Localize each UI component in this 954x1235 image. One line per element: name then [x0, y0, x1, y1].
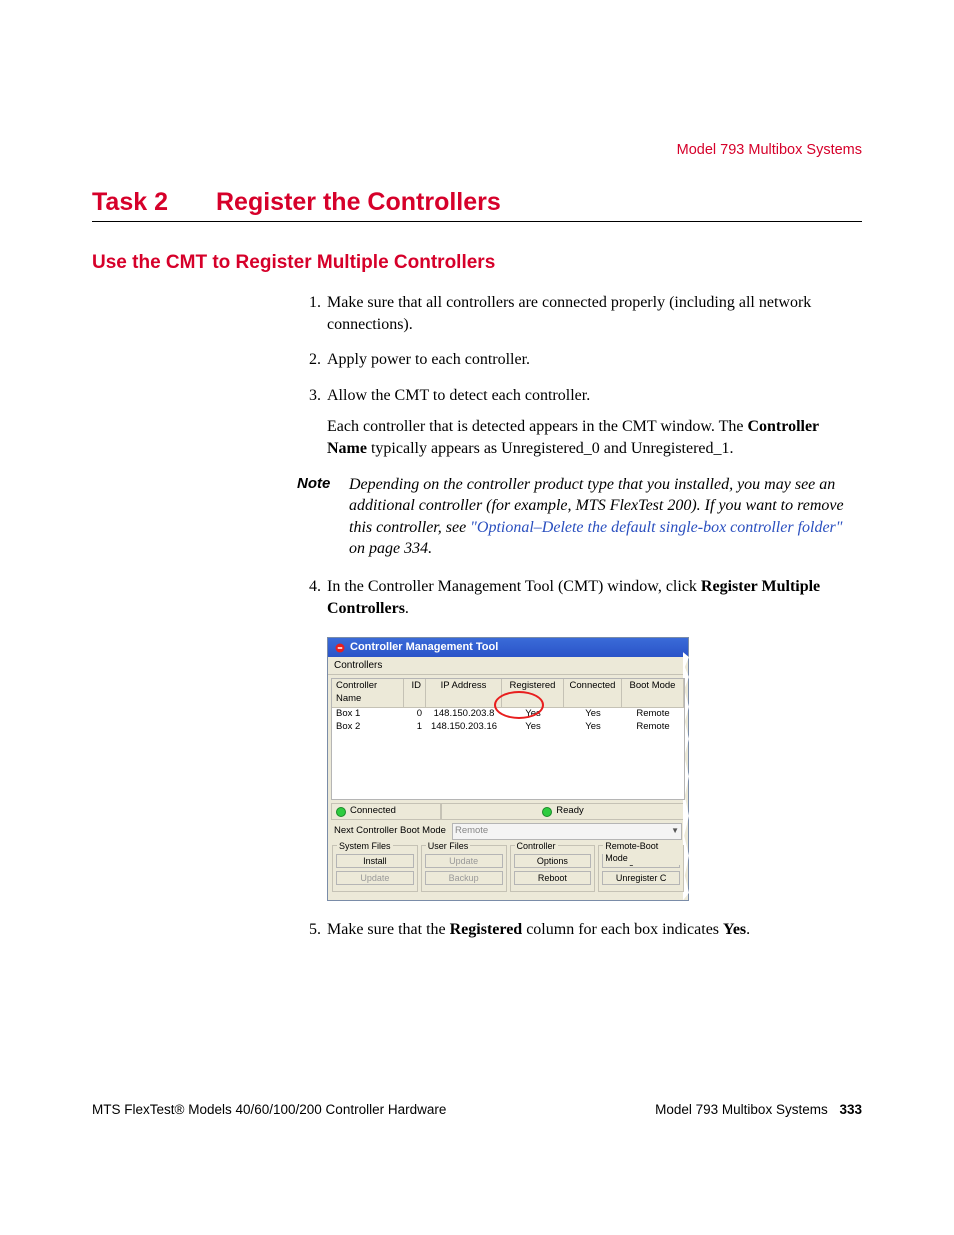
step-text: Apply power to each controller.: [327, 349, 862, 371]
unregister-controller-button[interactable]: Unregister C: [602, 871, 680, 885]
window-titlebar: Controller Management Tool: [328, 638, 688, 657]
cell-registered: Yes: [502, 721, 564, 734]
footer-left: MTS FlexTest® Models 40/60/100/200 Contr…: [92, 1102, 446, 1117]
install-button[interactable]: Install: [336, 854, 414, 868]
step-number: 4.: [297, 576, 321, 619]
cmt-window: Controller Management Tool Controllers C…: [327, 637, 689, 901]
boot-mode-value: Remote: [455, 825, 488, 838]
step-1: 1. Make sure that all controllers are co…: [297, 292, 862, 335]
window-title: Controller Management Tool: [350, 640, 498, 655]
table-row[interactable]: Box 2 1 148.150.203.16 Yes Yes Remote: [332, 721, 684, 734]
step-text: Make sure that the Registered column for…: [327, 919, 862, 941]
cross-reference-link[interactable]: "Optional–Delete the default single-box …: [470, 519, 842, 536]
cell-bootmode: Remote: [622, 708, 684, 721]
step-text: Allow the CMT to detect each controller.…: [327, 385, 862, 460]
boot-mode-select[interactable]: Remote ▼: [452, 823, 682, 840]
section-subhead: Use the CMT to Register Multiple Control…: [92, 252, 862, 274]
status-dot-icon: [336, 807, 346, 817]
note-text: Depending on the controller product type…: [349, 474, 862, 560]
step-number: 1.: [297, 292, 321, 335]
page-footer: MTS FlexTest® Models 40/60/100/200 Contr…: [92, 1102, 862, 1117]
col-header-id[interactable]: ID: [404, 679, 426, 708]
status-connected-label: Connected: [350, 805, 396, 818]
group-title: User Files: [426, 840, 471, 852]
text-run: Make sure that the: [327, 921, 450, 938]
step-3: 3. Allow the CMT to detect each controll…: [297, 385, 862, 460]
group-title: System Files: [337, 840, 393, 852]
col-header-name[interactable]: Controller Name: [332, 679, 404, 708]
cell-registered: Yes: [502, 708, 564, 721]
step-text: In the Controller Management Tool (CMT) …: [327, 576, 862, 619]
menu-controllers[interactable]: Controllers: [334, 660, 382, 671]
group-user-files: User Files Update Backup: [421, 845, 507, 892]
text-run: Each controller that is detected appears…: [327, 418, 747, 435]
step-5: 5. Make sure that the Registered column …: [297, 919, 862, 941]
step-text: Make sure that all controllers are conne…: [327, 292, 862, 335]
button-groups: System Files Install Update User Files U…: [328, 843, 688, 900]
text-bold: Yes: [723, 921, 746, 938]
cell-name: Box 1: [332, 708, 404, 721]
col-header-connected[interactable]: Connected: [564, 679, 622, 708]
group-controller: Controller Options Reboot: [510, 845, 596, 892]
status-ready-label: Ready: [556, 805, 583, 818]
boot-mode-label: Next Controller Boot Mode: [334, 825, 446, 838]
step-number: 5.: [297, 919, 321, 941]
step-4: 4. In the Controller Management Tool (CM…: [297, 576, 862, 619]
cell-connected: Yes: [564, 721, 622, 734]
step-text-line: Allow the CMT to detect each controller.: [327, 387, 590, 404]
text-run: In the Controller Management Tool (CMT) …: [327, 578, 701, 595]
text-bold: Registered: [450, 921, 523, 938]
reboot-button[interactable]: Reboot: [514, 871, 592, 885]
text-run: .: [405, 600, 409, 617]
running-header: Model 793 Multibox Systems: [677, 142, 862, 158]
status-dot-icon: [542, 807, 552, 817]
cell-ip: 148.150.203.8: [426, 708, 502, 721]
status-ready-pane: Ready: [441, 803, 685, 820]
task-heading-row: Task 2 Register the Controllers: [92, 188, 862, 222]
group-title: Controller: [515, 840, 558, 852]
footer-section-label: Model 793 Multibox Systems: [655, 1102, 828, 1117]
status-bar: Connected Ready: [331, 803, 685, 820]
col-header-ip[interactable]: IP Address: [426, 679, 502, 708]
text-run: typically appears as Unregistered_0 and …: [367, 440, 734, 457]
table-header-row: Controller Name ID IP Address Registered…: [332, 679, 684, 708]
col-header-bootmode[interactable]: Boot Mode: [622, 679, 684, 708]
update-button[interactable]: Update: [425, 854, 503, 868]
note-label: Note: [297, 474, 349, 560]
note-block: Note Depending on the controller product…: [297, 474, 862, 560]
cell-id: 1: [404, 721, 426, 734]
cell-ip: 148.150.203.16: [426, 721, 502, 734]
menu-bar: Controllers: [328, 657, 688, 676]
group-remote-boot-mode: Remote-Boot Mode Register Co Unregister …: [598, 845, 684, 892]
page: Model 793 Multibox Systems Task 2 Regist…: [0, 0, 954, 1235]
task-title: Register the Controllers: [216, 188, 501, 217]
cell-bootmode: Remote: [622, 721, 684, 734]
text-run: on page 334.: [349, 540, 432, 557]
group-system-files: System Files Install Update: [332, 845, 418, 892]
controller-table: Controller Name ID IP Address Registered…: [331, 678, 685, 800]
step-2: 2. Apply power to each controller.: [297, 349, 862, 371]
page-number: 333: [839, 1102, 862, 1117]
app-icon: [334, 642, 346, 654]
update-button[interactable]: Update: [336, 871, 414, 885]
chevron-down-icon: ▼: [671, 826, 679, 837]
step-paragraph: Each controller that is detected appears…: [327, 416, 862, 459]
step-number: 2.: [297, 349, 321, 371]
cell-connected: Yes: [564, 708, 622, 721]
task-label: Task 2: [92, 188, 168, 217]
col-header-registered[interactable]: Registered: [502, 679, 564, 708]
step-number: 3.: [297, 385, 321, 460]
status-connected-pane: Connected: [331, 803, 441, 820]
group-title: Remote-Boot Mode: [603, 840, 683, 864]
cell-name: Box 2: [332, 721, 404, 734]
options-button[interactable]: Options: [514, 854, 592, 868]
backup-button[interactable]: Backup: [425, 871, 503, 885]
text-run: .: [746, 921, 750, 938]
table-row[interactable]: Box 1 0 148.150.203.8 Yes Yes Remote: [332, 708, 684, 721]
text-run: column for each box indicates: [522, 921, 723, 938]
body-column: 1. Make sure that all controllers are co…: [297, 292, 862, 941]
footer-right: Model 793 Multibox Systems 333: [655, 1102, 862, 1117]
cell-id: 0: [404, 708, 426, 721]
